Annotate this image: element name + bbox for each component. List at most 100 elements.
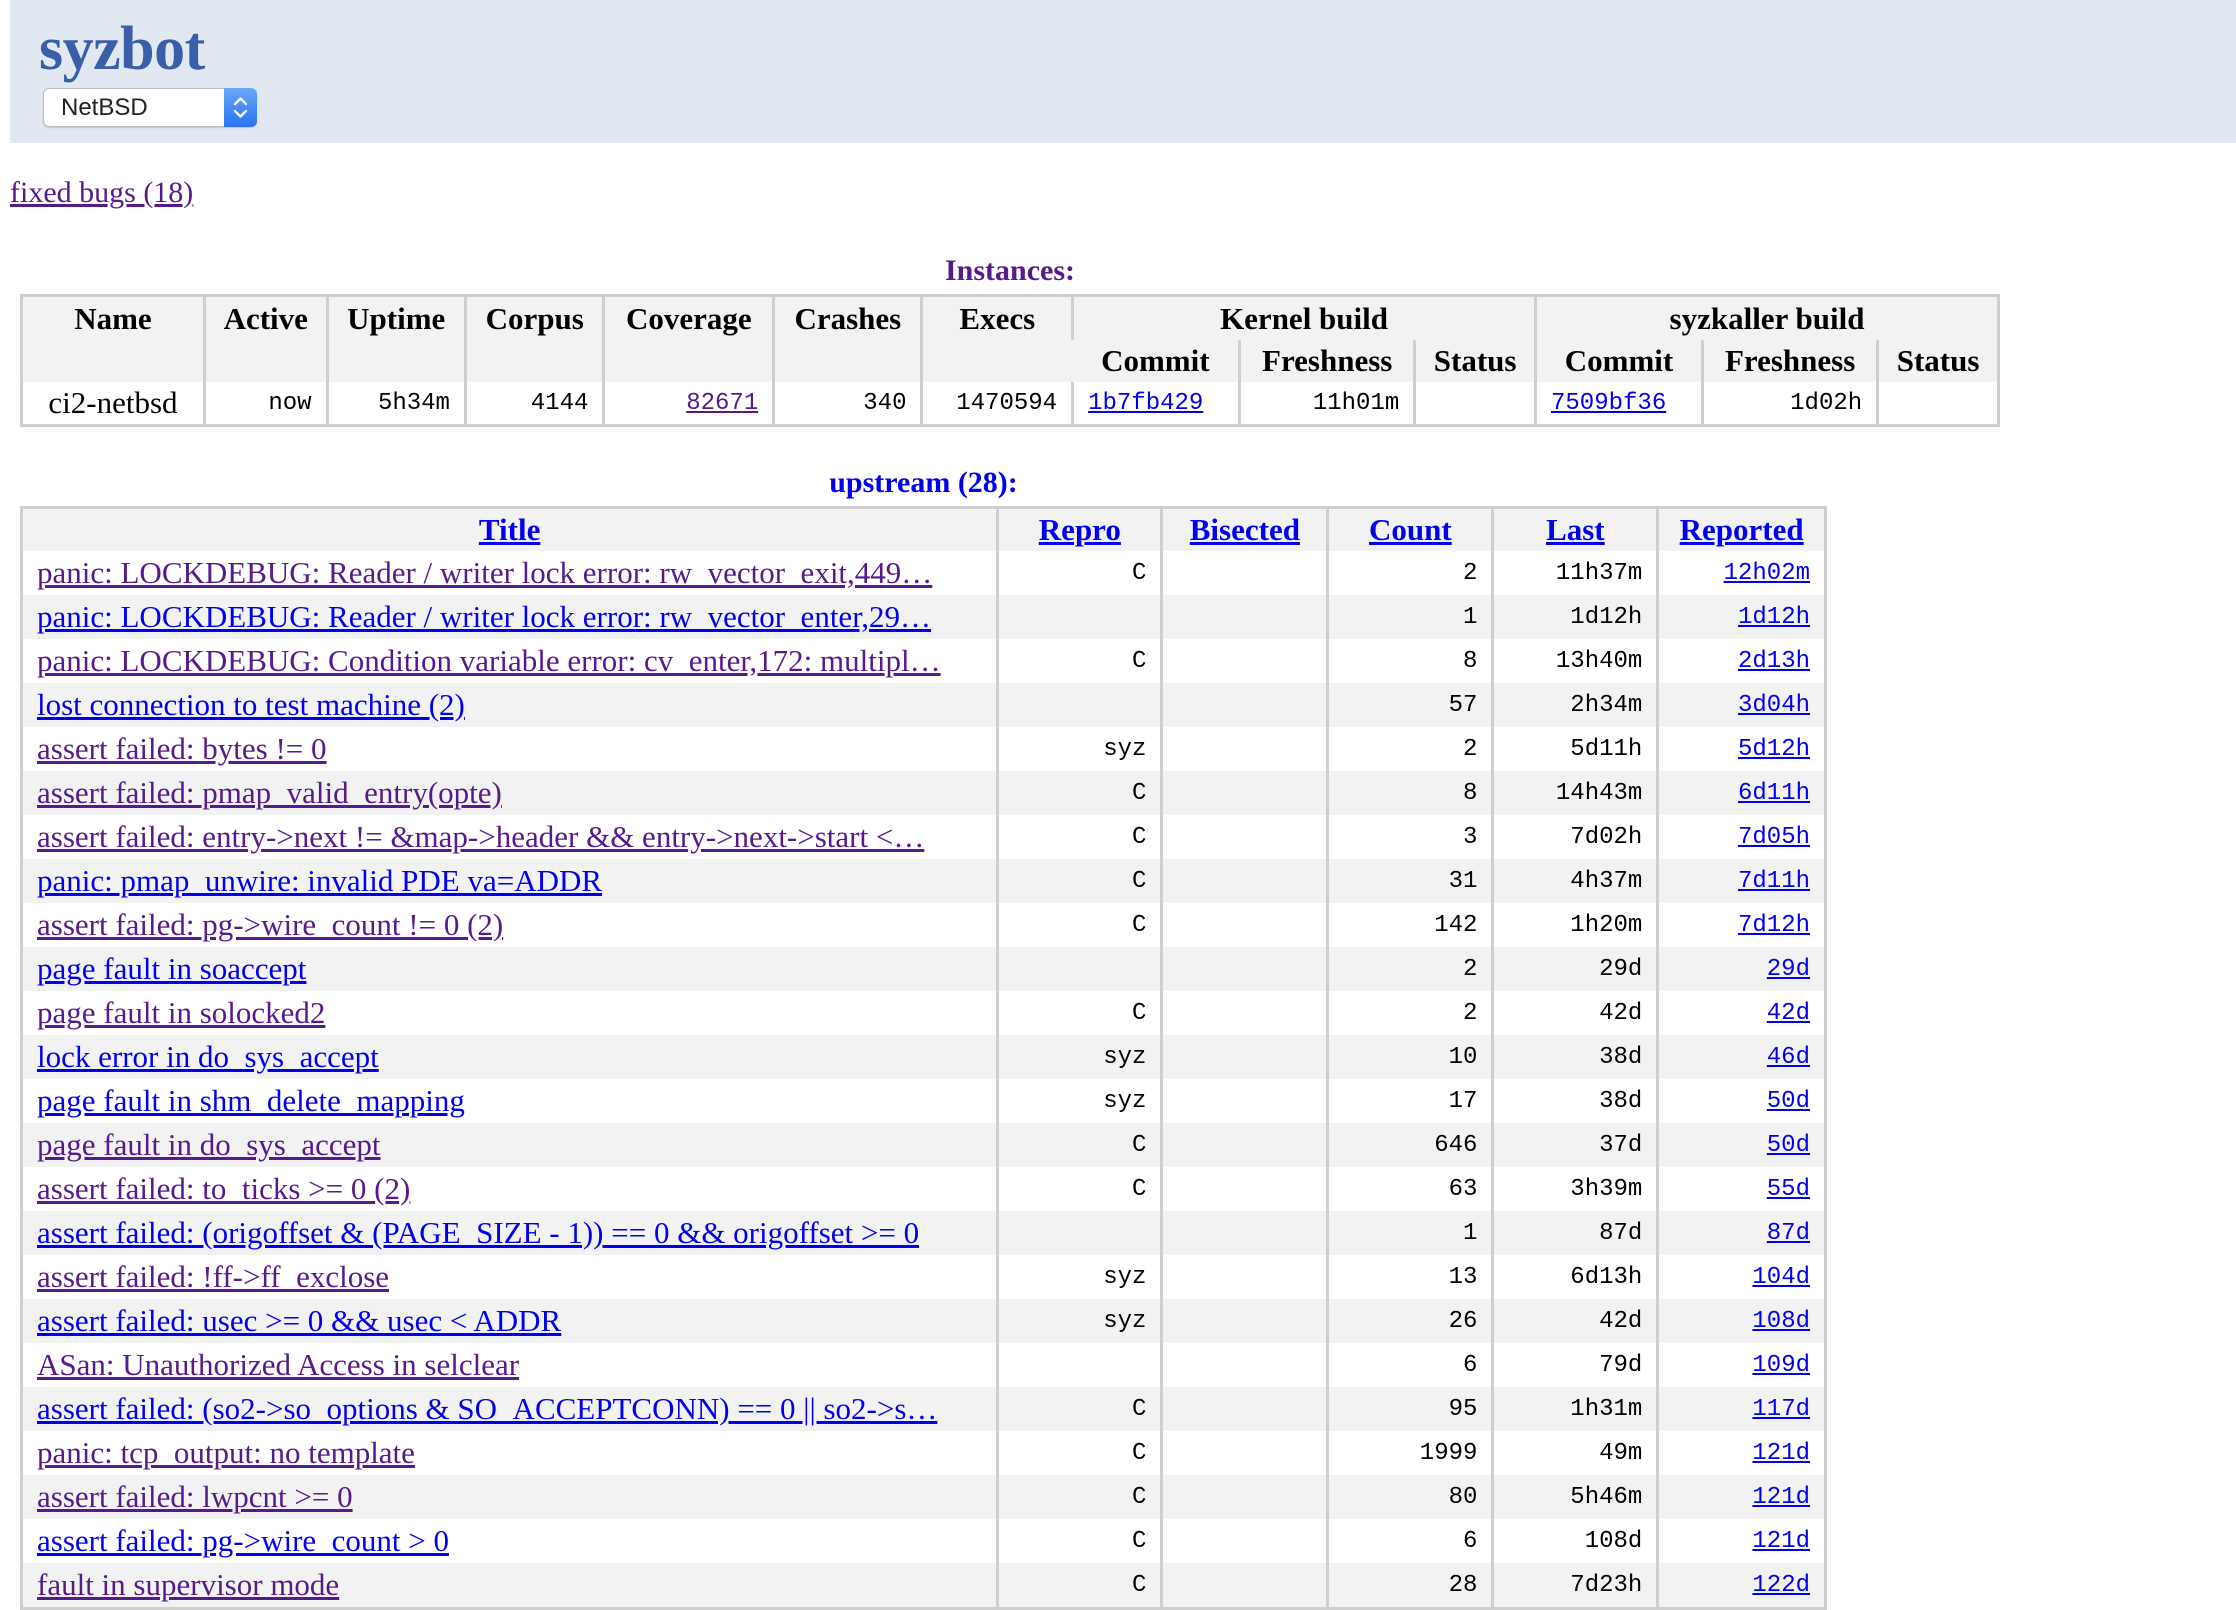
col-header-kernel-freshness: Freshness xyxy=(1238,340,1415,382)
bug-title-link[interactable]: page fault in solocked2 xyxy=(37,995,325,1030)
namespace-select-value: NetBSD xyxy=(61,94,148,121)
namespace-select[interactable]: NetBSD xyxy=(43,88,257,127)
bug-title-link[interactable]: lost connection to test machine (2) xyxy=(37,687,465,722)
bug-last: 79d xyxy=(1491,1343,1658,1387)
bug-bisected xyxy=(1160,859,1328,903)
bug-count: 57 xyxy=(1326,683,1493,727)
col-header-last: Last xyxy=(1491,507,1658,551)
bug-row: fault in supervisor mode C 28 7d23h 122d xyxy=(21,1563,1826,1609)
bug-title-link[interactable]: panic: LOCKDEBUG: Condition variable err… xyxy=(37,643,941,678)
bug-repro xyxy=(996,1211,1162,1255)
sort-by-bisected-link[interactable]: Bisected xyxy=(1190,512,1300,547)
instance-corpus: 4144 xyxy=(463,382,604,426)
bug-reported-link[interactable]: 7d12h xyxy=(1738,912,1810,939)
bug-bisected xyxy=(1160,727,1328,771)
bug-title-link[interactable]: assert failed: to_ticks >= 0 (2) xyxy=(37,1171,410,1206)
fixed-bugs-link[interactable]: fixed bugs (18) xyxy=(10,176,193,210)
bug-reported-link[interactable]: 5d12h xyxy=(1738,736,1810,763)
bug-count: 10 xyxy=(1326,1035,1493,1079)
bug-repro: syz xyxy=(996,1035,1162,1079)
bug-title-link[interactable]: page fault in shm_delete_mapping xyxy=(37,1083,465,1118)
upstream-bugs-table: upstream (28): Title Repro Bisected Coun… xyxy=(20,466,1827,1610)
bug-last: 42d xyxy=(1491,1299,1658,1343)
bug-reported-cell: 12h02m xyxy=(1656,551,1826,595)
brand-title[interactable]: syzbot xyxy=(39,6,205,92)
bug-repro: C xyxy=(996,639,1162,683)
bug-title-link[interactable]: assert failed: pg->wire_count != 0 (2) xyxy=(37,907,503,942)
bug-reported-link[interactable]: 122d xyxy=(1752,1572,1810,1599)
bug-row: assert failed: lwpcnt >= 0 C 80 5h46m 121d xyxy=(21,1475,1826,1519)
bug-reported-link[interactable]: 121d xyxy=(1752,1440,1810,1467)
bug-reported-link[interactable]: 104d xyxy=(1752,1264,1810,1291)
bug-repro: C xyxy=(996,551,1162,595)
bug-title-link[interactable]: assert failed: pmap_valid_entry(opte) xyxy=(37,775,502,810)
bug-reported-cell: 3d04h xyxy=(1656,683,1826,727)
bug-row: assert failed: (origoffset & (PAGE_SIZE … xyxy=(21,1211,1826,1255)
bug-title-link[interactable]: assert failed: (so2->so_options & SO_ACC… xyxy=(37,1391,937,1426)
bug-repro: C xyxy=(996,1387,1162,1431)
bug-title-link[interactable]: assert failed: pg->wire_count > 0 xyxy=(37,1523,449,1558)
bug-title-cell: panic: LOCKDEBUG: Condition variable err… xyxy=(21,639,998,683)
syzkaller-commit-link[interactable]: 7509bf36 xyxy=(1551,390,1666,417)
bug-reported-cell: 50d xyxy=(1656,1123,1826,1167)
bug-reported-link[interactable]: 1d12h xyxy=(1738,604,1810,631)
bug-title-link[interactable]: assert failed: entry->next != &map->head… xyxy=(37,819,924,854)
bug-reported-link[interactable]: 42d xyxy=(1767,1000,1810,1027)
bug-reported-link[interactable]: 3d04h xyxy=(1738,692,1810,719)
bug-reported-link[interactable]: 55d xyxy=(1767,1176,1810,1203)
bug-reported-link[interactable]: 6d11h xyxy=(1738,780,1810,807)
bug-title-cell: assert failed: entry->next != &map->head… xyxy=(21,815,998,859)
kernel-commit-link[interactable]: 1b7fb429 xyxy=(1088,390,1203,417)
bug-reported-link[interactable]: 2d13h xyxy=(1738,648,1810,675)
bug-title-link[interactable]: panic: pmap_unwire: invalid PDE va=ADDR xyxy=(37,863,602,898)
bug-title-link[interactable]: assert failed: bytes != 0 xyxy=(37,731,327,766)
bug-reported-link[interactable]: 50d xyxy=(1767,1132,1810,1159)
bug-count: 2 xyxy=(1326,947,1493,991)
bug-row: assert failed: !ff->ff_exclose syz 13 6d13h… xyxy=(21,1255,1826,1299)
sort-by-title-link[interactable]: Title xyxy=(479,512,540,547)
bug-title-link[interactable]: lock error in do_sys_accept xyxy=(37,1039,379,1074)
bug-reported-link[interactable]: 46d xyxy=(1767,1044,1810,1071)
bug-title-link[interactable]: page fault in do_sys_accept xyxy=(37,1127,380,1162)
bug-reported-link[interactable]: 109d xyxy=(1752,1352,1810,1379)
sort-by-reported-link[interactable]: Reported xyxy=(1680,512,1804,547)
bug-reported-cell: 104d xyxy=(1656,1255,1826,1299)
bug-title-link[interactable]: page fault in soaccept xyxy=(37,951,306,986)
bug-reported-link[interactable]: 121d xyxy=(1752,1528,1810,1555)
bug-title-link[interactable]: assert failed: lwpcnt >= 0 xyxy=(37,1479,353,1514)
sort-by-repro-link[interactable]: Repro xyxy=(1039,512,1121,547)
bug-reported-link[interactable]: 12h02m xyxy=(1724,560,1810,587)
bug-last: 49m xyxy=(1491,1431,1658,1475)
bug-title-link[interactable]: assert failed: usec >= 0 && usec < ADDR xyxy=(37,1303,561,1338)
bug-row: assert failed: usec >= 0 && usec < ADDR s… xyxy=(21,1299,1826,1343)
bug-reported-link[interactable]: 7d11h xyxy=(1738,868,1810,895)
instance-coverage-link[interactable]: 82671 xyxy=(686,390,758,417)
bug-count: 142 xyxy=(1326,903,1493,947)
bug-reported-link[interactable]: 121d xyxy=(1752,1484,1810,1511)
bug-title-link[interactable]: panic: LOCKDEBUG: Reader / writer lock e… xyxy=(37,555,932,590)
bug-repro: C xyxy=(996,1563,1162,1609)
bug-reported-link[interactable]: 117d xyxy=(1752,1396,1810,1423)
bug-title-link[interactable]: assert failed: !ff->ff_exclose xyxy=(37,1259,389,1294)
bug-count: 6 xyxy=(1326,1519,1493,1563)
bug-bisected xyxy=(1160,683,1328,727)
bug-title-link[interactable]: fault in supervisor mode xyxy=(37,1567,339,1602)
sort-by-count-link[interactable]: Count xyxy=(1369,512,1452,547)
bug-count: 95 xyxy=(1326,1387,1493,1431)
bug-reported-link[interactable]: 108d xyxy=(1752,1308,1810,1335)
bug-title-link[interactable]: ASan: Unauthorized Access in selclear xyxy=(37,1347,519,1382)
bug-title-link[interactable]: panic: tcp_output: no template xyxy=(37,1435,415,1470)
bug-count: 1999 xyxy=(1326,1431,1493,1475)
bug-repro: syz xyxy=(996,1255,1162,1299)
bug-reported-cell: 7d05h xyxy=(1656,815,1826,859)
bug-reported-link[interactable]: 29d xyxy=(1767,956,1810,983)
bug-title-cell: assert failed: !ff->ff_exclose xyxy=(21,1255,998,1299)
bug-reported-link[interactable]: 7d05h xyxy=(1738,824,1810,851)
sort-by-last-link[interactable]: Last xyxy=(1546,512,1605,547)
bug-last: 5h46m xyxy=(1491,1475,1658,1519)
bug-reported-link[interactable]: 50d xyxy=(1767,1088,1810,1115)
bug-count: 2 xyxy=(1326,991,1493,1035)
bug-reported-link[interactable]: 87d xyxy=(1767,1220,1810,1247)
bug-title-link[interactable]: assert failed: (origoffset & (PAGE_SIZE … xyxy=(37,1215,919,1250)
bug-title-link[interactable]: panic: LOCKDEBUG: Reader / writer lock e… xyxy=(37,599,931,634)
